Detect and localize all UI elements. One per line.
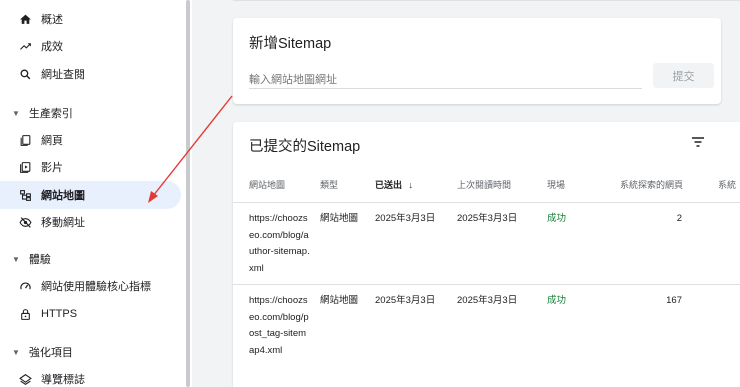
column-header-label: 已送出 <box>375 180 403 190</box>
lock-icon <box>18 307 32 321</box>
column-header-submitted[interactable]: 已送出 ↓ <box>375 178 413 191</box>
sitemap-url[interactable]: https://choozseo.com/blog/post_tag-sitem… <box>249 293 311 359</box>
sidebar-group-label: 體驗 <box>28 254 51 266</box>
sidebar-item-sitemaps[interactable]: 網站地圖 <box>0 181 181 209</box>
sidebar-item-https[interactable]: HTTPS <box>0 300 181 328</box>
sidebar-item-core-web-vitals[interactable]: 網站使用體驗核心指標 <box>0 272 181 300</box>
divider <box>233 284 740 285</box>
column-header-last-read[interactable]: 上次閱讀時間 <box>457 178 511 191</box>
sitemap-type: 網站地圖 <box>320 213 359 224</box>
sidebar-item-label: 網站使用體驗核心指標 <box>41 281 151 293</box>
sidebar-group-label: 強化項目 <box>28 347 73 359</box>
sidebar-item-pages[interactable]: 網頁 <box>0 126 181 154</box>
sidebar-item-videos[interactable]: 影片 <box>0 153 181 181</box>
last-read-date: 2025年3月3日 <box>457 213 518 224</box>
sidebar-group-indexing[interactable]: ▼ 生產索引 <box>0 101 181 125</box>
sitemap-url-input[interactable] <box>249 69 642 89</box>
sitemap-url[interactable]: https://choozseo.com/blog/author-sitemap… <box>249 211 311 277</box>
sidebar-item-url-inspection[interactable]: 網址查閱 <box>0 60 181 88</box>
sitemap-type: 網站地圖 <box>320 295 359 306</box>
sidebar-item-label: 導覽標誌 <box>41 374 85 386</box>
speedometer-icon <box>18 279 32 293</box>
video-icon <box>18 160 32 174</box>
status-badge: 成功 <box>547 213 567 224</box>
column-header-status[interactable]: 現場 <box>547 178 565 191</box>
sidebar-item-label: 網址查閱 <box>41 69 85 81</box>
removals-icon <box>18 215 32 229</box>
search-icon <box>18 67 32 81</box>
column-header-discovered-pages[interactable]: 系統探索的網頁 <box>620 178 683 191</box>
pages-icon <box>18 133 32 147</box>
filter-icon[interactable] <box>690 135 706 149</box>
caret-down-icon: ▼ <box>12 108 20 118</box>
discovered-pages-count: 167 <box>666 295 682 306</box>
trending-up-icon <box>18 39 32 53</box>
sidebar-item-overview[interactable]: 概述 <box>0 5 181 33</box>
arrow-down-icon: ↓ <box>408 180 414 190</box>
submitted-sitemaps-card: 已提交的Sitemap 網站地圖 類型 已送出 ↓ 上次閱讀時間 現場 系統探索… <box>233 122 740 387</box>
column-header-sitemap[interactable]: 網站地圖 <box>249 178 285 191</box>
submit-button[interactable]: 提交 <box>653 63 714 88</box>
submitted-date: 2025年3月3日 <box>375 213 436 224</box>
caret-down-icon: ▼ <box>12 347 20 357</box>
column-header-type[interactable]: 類型 <box>320 178 338 191</box>
sidebar-scrollbar[interactable] <box>186 0 190 387</box>
sidebar-item-performance[interactable]: 成效 <box>0 32 181 60</box>
status-badge: 成功 <box>547 295 567 306</box>
sidebar-item-label: 移動網址 <box>41 217 85 229</box>
divider <box>233 202 740 203</box>
submitted-sitemaps-title: 已提交的Sitemap <box>249 139 361 155</box>
home-icon <box>18 12 32 26</box>
add-sitemap-card: 新增Sitemap 提交 <box>233 18 721 104</box>
column-header-more[interactable]: 系統 <box>718 178 736 191</box>
sidebar-item-label: 網站地圖 <box>41 190 85 202</box>
sidebar-item-label: HTTPS <box>41 308 78 320</box>
submitted-date: 2025年3月3日 <box>375 295 436 306</box>
layers-icon <box>18 372 32 386</box>
main-content: 新增Sitemap 提交 已提交的Sitemap 網站地圖 類型 已送出 ↓ 上… <box>192 0 740 387</box>
sidebar-item-breadcrumbs[interactable]: 導覽標誌 <box>0 365 181 387</box>
caret-down-icon: ▼ <box>12 254 20 264</box>
sidebar-group-label: 生產索引 <box>28 108 73 120</box>
sidebar-group-experience[interactable]: ▼ 體驗 <box>0 247 181 271</box>
sidebar-item-label: 影片 <box>41 162 63 174</box>
discovered-pages-count: 2 <box>676 213 682 224</box>
last-read-date: 2025年3月3日 <box>457 295 518 306</box>
sidebar-item-label: 成效 <box>41 41 63 53</box>
sidebar-item-label: 概述 <box>41 14 63 26</box>
sitemap-icon <box>18 188 32 202</box>
divider <box>233 0 740 1</box>
sidebar-item-label: 網頁 <box>41 135 63 147</box>
sidebar: 概述 成效 網址查閱 ▼ 生產索引 網頁 影片 網站地圖 移動網址 ▼ 體驗 網… <box>0 0 192 387</box>
add-sitemap-title: 新增Sitemap <box>249 36 332 52</box>
sidebar-item-removals[interactable]: 移動網址 <box>0 208 181 236</box>
sidebar-group-enhancements[interactable]: ▼ 強化項目 <box>0 340 181 364</box>
